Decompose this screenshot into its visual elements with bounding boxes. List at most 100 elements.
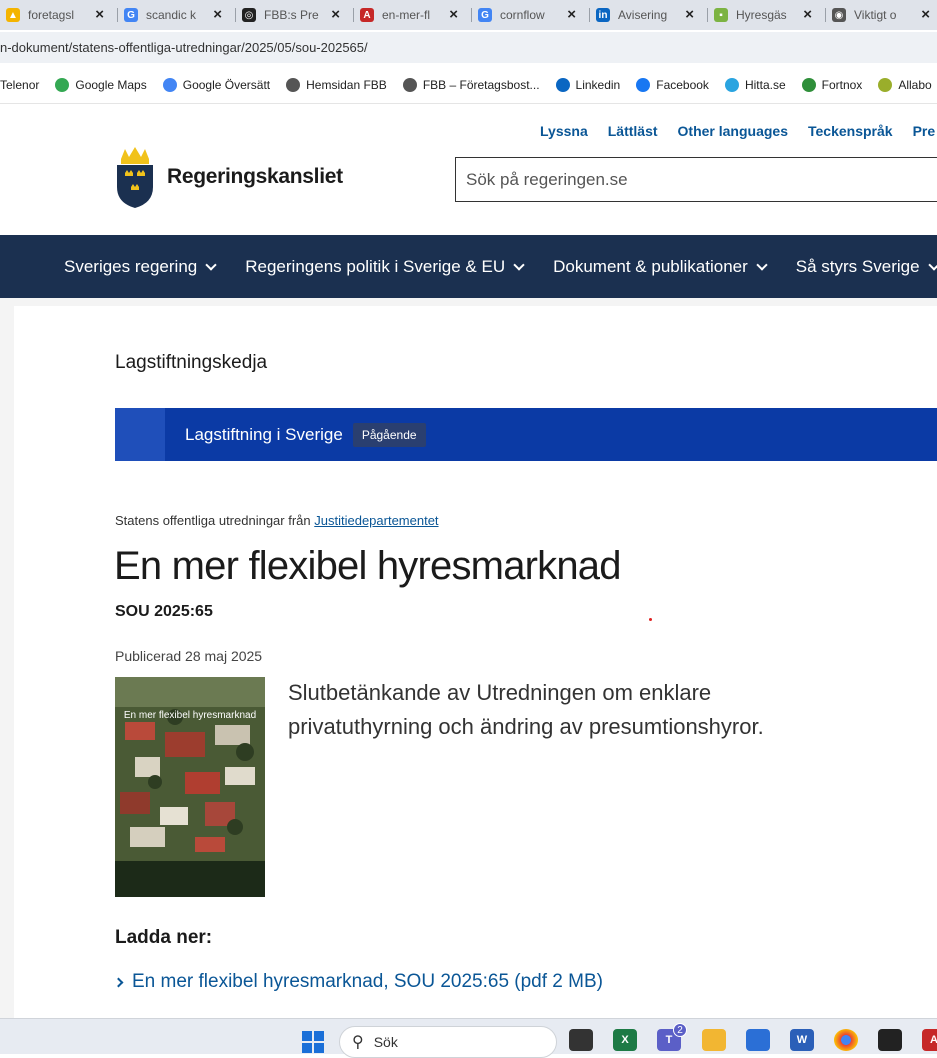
tab-title: foretagsl: [28, 8, 75, 22]
tab-title: Avisering: [618, 8, 668, 22]
tab-title: cornflow: [500, 8, 545, 22]
close-icon[interactable]: ×: [95, 6, 104, 23]
allabo-icon: [878, 77, 893, 92]
excel-icon[interactable]: X: [613, 1029, 637, 1051]
acrobat-icon[interactable]: A: [922, 1029, 937, 1051]
browser-tab[interactable]: ◎ FBB:s Pre ×: [236, 0, 354, 30]
browser-tab[interactable]: ▪ Hyresgäs ×: [708, 0, 826, 30]
bookmark-item[interactable]: FBB – Företagsbost...: [402, 77, 540, 92]
translate-icon: [162, 77, 177, 92]
download-heading: Ladda ner:: [115, 927, 213, 948]
word-icon[interactable]: W: [790, 1029, 814, 1051]
taskbar-search[interactable]: ⚲ Sök: [339, 1026, 557, 1058]
nav-label: Så styrs Sverige: [795, 256, 920, 276]
file-explorer-icon[interactable]: [702, 1029, 726, 1051]
bookmark-item[interactable]: Google Översätt: [162, 77, 270, 92]
browser-tab[interactable]: in Avisering ×: [590, 0, 708, 30]
tab-title: scandic k: [146, 8, 197, 22]
download-link-label: En mer flexibel hyresmarknad, SOU 2025:6…: [132, 971, 603, 992]
nav-label: Regeringens politik i Sverige & EU: [245, 256, 506, 276]
link-teckensprak[interactable]: Teckenspråk: [808, 123, 893, 139]
taskbar-search-label: Sök: [373, 1034, 398, 1050]
meta-prefix: Statens offentliga utredningar från: [115, 513, 311, 528]
chevron-right-icon: [113, 977, 124, 987]
chevron-down-icon: [513, 258, 525, 271]
hitta-icon: [724, 77, 739, 92]
browser-tab[interactable]: ▲ foretagsl ×: [0, 0, 118, 30]
store-icon[interactable]: [746, 1029, 770, 1051]
published-date: Publicerad 28 maj 2025: [115, 648, 263, 664]
close-icon[interactable]: ×: [803, 6, 812, 23]
bookmark-label: Linkedin: [575, 77, 621, 92]
nav-dokument-publikationer[interactable]: Dokument & publikationer: [553, 257, 768, 277]
tab-title: en-mer-fl: [382, 8, 431, 22]
lead-text: Slutbetänkande av Utredningen om enklare…: [288, 680, 764, 739]
linkedin-icon: in: [596, 8, 610, 22]
bookmark-item[interactable]: Fortnox: [801, 77, 862, 92]
close-icon[interactable]: ×: [449, 6, 458, 23]
download-pdf-link[interactable]: En mer flexibel hyresmarknad, SOU 2025:6…: [113, 971, 603, 993]
browser-tab[interactable]: Aen-mer-fl ×: [354, 0, 472, 30]
chrome-icon[interactable]: [834, 1029, 858, 1051]
nav-sa-styrs-sverige[interactable]: Så styrs Sverige: [796, 257, 937, 277]
main-nav: Sveriges regering Regeringens politik i …: [0, 235, 937, 298]
browser-tab[interactable]: ◉ Viktigt o ×: [826, 0, 937, 30]
accessibility-links: Lyssna Lättläst Other languages Teckensp…: [540, 123, 937, 139]
legislation-chain-bar[interactable]: Lagstiftning i Sverige Pågående: [115, 408, 937, 461]
windows-taskbar: ⚲ Sök X T 2 W A: [0, 1018, 937, 1058]
maps-icon: [55, 77, 70, 92]
status-badge: Pågående: [352, 422, 426, 447]
teams-badge: 2: [673, 1023, 687, 1037]
facebook-icon: [636, 77, 651, 92]
bookmark-item[interactable]: Google Maps: [55, 77, 147, 92]
sou-number: SOU 2025:65: [115, 603, 213, 620]
close-icon[interactable]: ×: [567, 6, 576, 23]
link-other-languages[interactable]: Other languages: [678, 123, 788, 139]
sticky-notes-icon[interactable]: [878, 1029, 902, 1051]
link-lattlast[interactable]: Lättläst: [608, 123, 658, 139]
chain-label: Lagstiftning i Sverige: [185, 424, 343, 444]
site-logo[interactable]: Regeringskansliet: [115, 145, 343, 209]
windows-start-icon[interactable]: [302, 1031, 324, 1053]
browser-tab[interactable]: Gcornflow ×: [472, 0, 590, 30]
bookmark-item[interactable]: Linkedin: [555, 77, 621, 92]
bookmark-item[interactable]: Facebook: [636, 77, 709, 92]
link-lyssna[interactable]: Lyssna: [540, 123, 588, 139]
bookmark-label: Hitta.se: [744, 77, 786, 92]
bookmark-item[interactable]: Telenor: [0, 78, 39, 92]
page-title: En mer flexibel hyresmarknad: [114, 544, 622, 588]
nav-sveriges-regering[interactable]: Sveriges regering: [64, 257, 217, 277]
document-meta: Statens offentliga utredningar från Just…: [115, 513, 439, 528]
browser-tab[interactable]: Gscandic k ×: [118, 0, 236, 30]
browser-tabbar: ▲ foretagsl × Gscandic k × ◎ FBB:s Pre × Aen-mer…: [0, 0, 937, 30]
close-icon[interactable]: ×: [331, 6, 340, 23]
link-press[interactable]: Pre: [913, 123, 936, 139]
bookmark-label: Hemsidan FBB: [306, 77, 387, 92]
chain-step-marker: [115, 408, 165, 461]
pdf-icon: A: [360, 8, 374, 22]
fortnox-icon: [801, 77, 816, 92]
cursor-dot: [649, 618, 652, 621]
bookmark-item[interactable]: Hemsidan FBB: [286, 77, 387, 92]
crown-shield-icon: [117, 147, 153, 208]
url-field[interactable]: n-dokument/statens-offentliga-utredninga…: [0, 32, 937, 63]
bookmark-label: Allabo: [898, 77, 932, 92]
chevron-down-icon: [756, 258, 768, 271]
tab-title: FBB:s Pre: [264, 8, 319, 22]
drive-icon: ▲: [6, 8, 20, 22]
globe-icon: ◉: [832, 8, 846, 22]
globe-icon: [286, 77, 301, 92]
close-icon[interactable]: ×: [213, 6, 222, 23]
tab-title: Viktigt o: [854, 8, 897, 22]
google-icon: G: [478, 8, 492, 22]
bookmark-item[interactable]: Allabo: [878, 77, 932, 92]
department-link[interactable]: Justitiedepartementet: [314, 513, 438, 528]
task-view-icon[interactable]: [569, 1029, 593, 1051]
search-input[interactable]: Sök på regeringen.se: [455, 157, 937, 202]
bookmark-item[interactable]: Hitta.se: [724, 77, 786, 92]
globe-icon: [402, 77, 417, 92]
nav-regeringens-politik[interactable]: Regeringens politik i Sverige & EU: [245, 256, 525, 277]
close-icon[interactable]: ×: [685, 6, 694, 23]
close-icon[interactable]: ×: [921, 6, 930, 23]
cover-footer: [115, 861, 265, 897]
